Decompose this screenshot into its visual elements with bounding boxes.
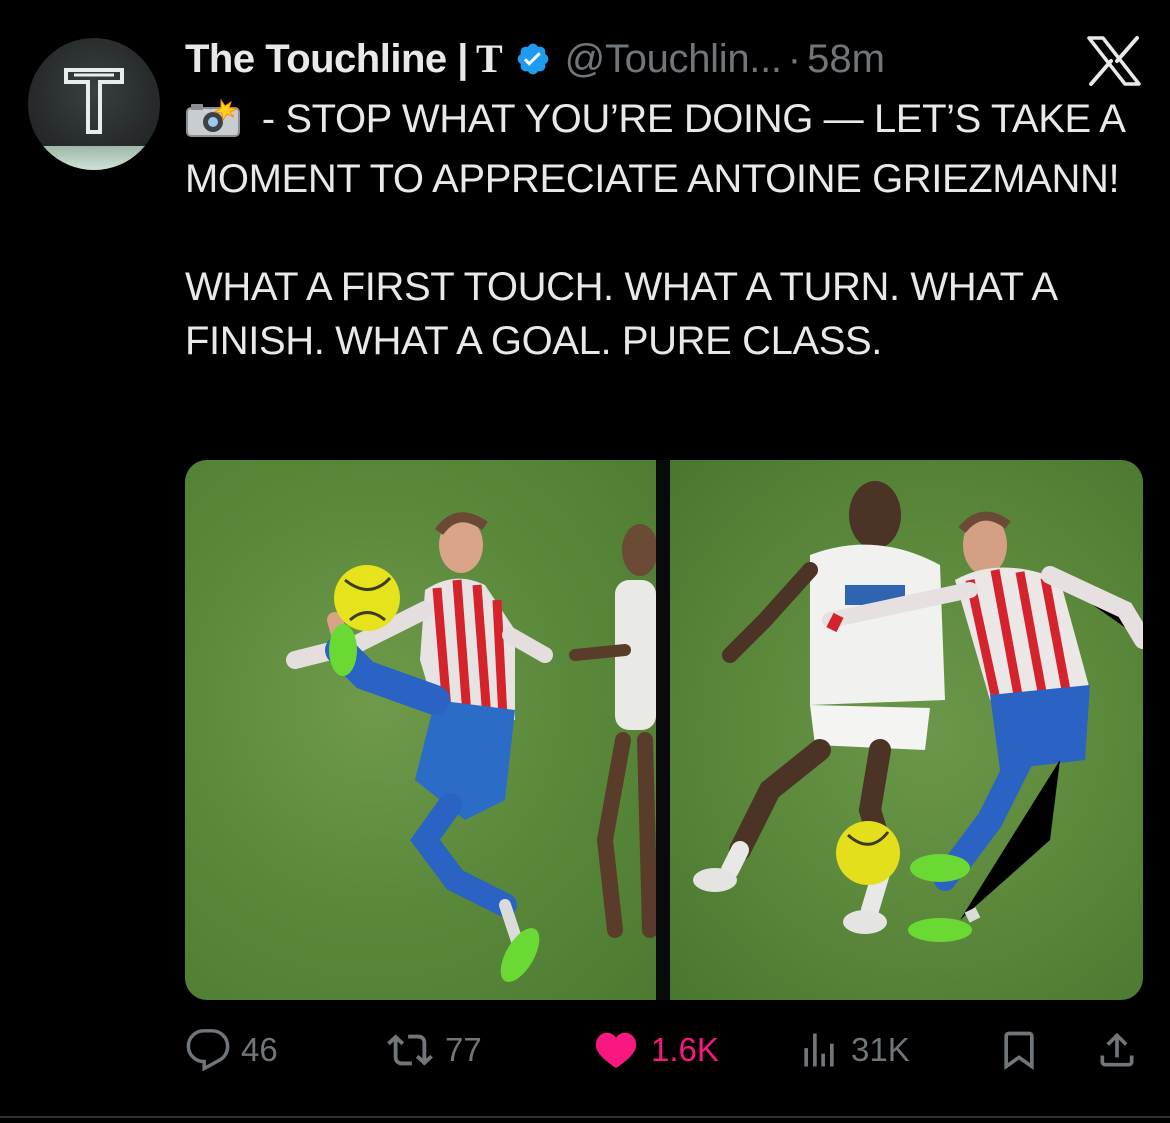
action-bar: 46 77 1.6K 31K bbox=[185, 1022, 1145, 1078]
heart-icon bbox=[595, 1032, 637, 1068]
repost-button[interactable]: 77 bbox=[385, 1022, 482, 1078]
divider-line bbox=[0, 1116, 1170, 1118]
views-button[interactable]: 31K bbox=[797, 1022, 910, 1078]
author-handle[interactable]: @Touchlin... bbox=[565, 34, 782, 84]
bookmark-button[interactable] bbox=[997, 1022, 1041, 1078]
media-divider bbox=[656, 460, 670, 1000]
reply-button[interactable]: 46 bbox=[185, 1022, 278, 1078]
like-button[interactable]: 1.6K bbox=[591, 1022, 719, 1078]
touchline-logo-icon bbox=[64, 68, 124, 134]
author-name[interactable]: The Touchline | bbox=[185, 34, 468, 84]
photo-finish[interactable] bbox=[670, 460, 1143, 1000]
photo-first-touch[interactable] bbox=[185, 460, 656, 1000]
verified-badge-icon[interactable] bbox=[515, 41, 551, 77]
timestamp[interactable]: 58m bbox=[807, 34, 885, 84]
share-button[interactable] bbox=[1095, 1022, 1139, 1078]
camera-flash-icon bbox=[185, 98, 241, 152]
tweet-header: The Touchline | T @Touchlin... · 58m bbox=[185, 34, 1085, 84]
views-icon bbox=[804, 1033, 834, 1067]
tweet-line-1: - STOP WHAT YOU’RE DOING — LET’S TAKE A … bbox=[185, 97, 1124, 201]
tweet-paragraph-2: WHAT A FIRST TOUCH. WHAT A TURN. WHAT A … bbox=[185, 265, 1056, 363]
tweet-paragraph-1: - STOP WHAT YOU’RE DOING — LET’S TAKE A … bbox=[185, 92, 1145, 206]
repost-count: 77 bbox=[445, 1031, 482, 1068]
like-count: 1.6K bbox=[651, 1031, 719, 1068]
repost-icon bbox=[387, 1034, 433, 1066]
bookmark-icon bbox=[1004, 1031, 1034, 1071]
views-count: 31K bbox=[851, 1031, 910, 1068]
author-name-suffix[interactable]: T bbox=[476, 34, 503, 84]
tweet-text: - STOP WHAT YOU’RE DOING — LET’S TAKE A … bbox=[185, 92, 1145, 368]
reply-count: 46 bbox=[241, 1031, 278, 1068]
avatar[interactable] bbox=[28, 38, 160, 170]
separator: · bbox=[787, 37, 802, 81]
share-icon bbox=[1100, 1032, 1134, 1067]
reply-icon bbox=[186, 1029, 230, 1072]
media-grid[interactable] bbox=[185, 460, 1143, 1000]
avatar-band bbox=[28, 146, 160, 170]
x-logo-icon[interactable] bbox=[1086, 36, 1142, 86]
